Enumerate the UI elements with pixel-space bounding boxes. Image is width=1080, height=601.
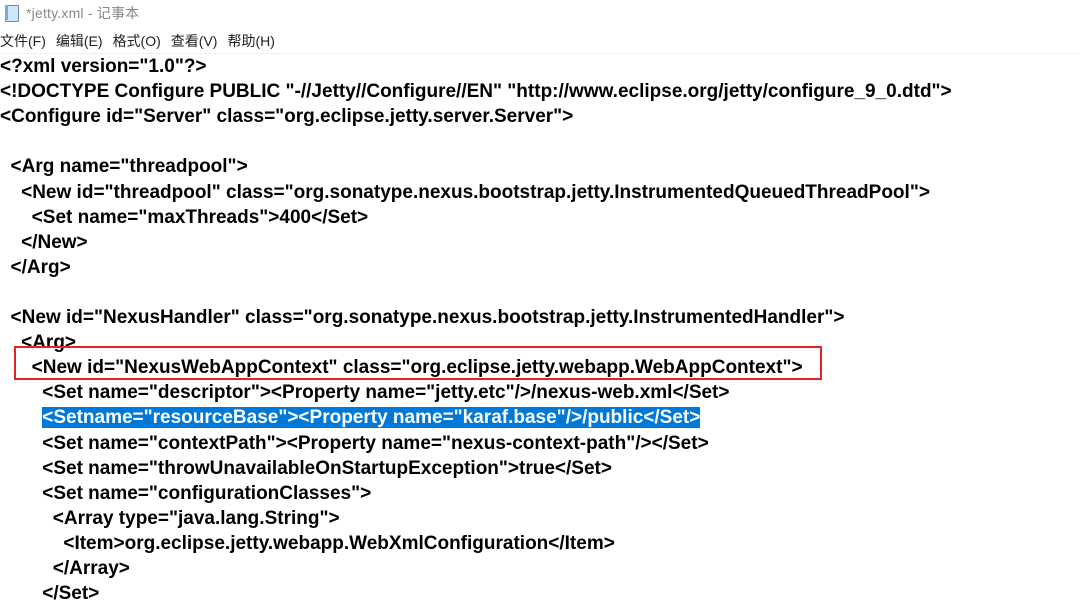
code-line: <Array type="java.lang.String"> (0, 507, 340, 529)
notepad-icon (4, 4, 20, 22)
code-line: </New> (0, 231, 88, 253)
code-line: <?xml version="1.0"?> (0, 56, 207, 77)
selected-code-line: <Setname="resourceBase"><Property name="… (0, 406, 701, 430)
code-line: <Set name="configurationClasses"> (0, 482, 372, 504)
code-line: <Set name="descriptor"><Property name="j… (0, 382, 730, 404)
menu-file[interactable]: 文件(F) (0, 31, 46, 51)
code-line: <Set name="contextPath"><Property name="… (0, 432, 709, 454)
annotation-highlight-box (14, 346, 822, 380)
menu-format[interactable]: 格式(O) (113, 31, 161, 51)
code-line: <Item>org.eclipse.jetty.webapp.WebXmlCon… (0, 532, 615, 554)
code-line: <New id="NexusHandler" class="org.sonaty… (0, 307, 845, 328)
code-line: <!DOCTYPE Configure PUBLIC "-//Jetty//Co… (0, 81, 952, 103)
code-line: </Arg> (0, 256, 71, 278)
title-bar: *jetty.xml - 记事本 (0, 0, 1080, 26)
code-line: </Array> (0, 558, 130, 579)
code-line: <New id="threadpool" class="org.sonatype… (0, 181, 930, 203)
code-line: <Set name="throwUnavailableOnStartupExce… (0, 457, 612, 479)
text-editor-area[interactable]: <?xml version="1.0"?> <!DOCTYPE Configure… (0, 53, 1080, 601)
menu-view[interactable]: 查看(V) (171, 31, 218, 51)
menu-bar: 文件(F) 编辑(E) 格式(O) 查看(V) 帮助(H) (0, 30, 1080, 52)
code-line: </Set> (0, 583, 100, 601)
code-line: <Configure id="Server" class="org.eclips… (0, 106, 574, 128)
menu-help[interactable]: 帮助(H) (227, 31, 274, 51)
code-line: <Set name="maxThreads">400</Set> (0, 206, 369, 228)
code-line: <Arg name="threadpool"> (0, 156, 248, 178)
window-title: *jetty.xml - 记事本 (26, 5, 140, 21)
selected-text: <Setname="resourceBase"><Property name="… (42, 407, 701, 429)
menu-edit[interactable]: 编辑(E) (56, 31, 103, 51)
